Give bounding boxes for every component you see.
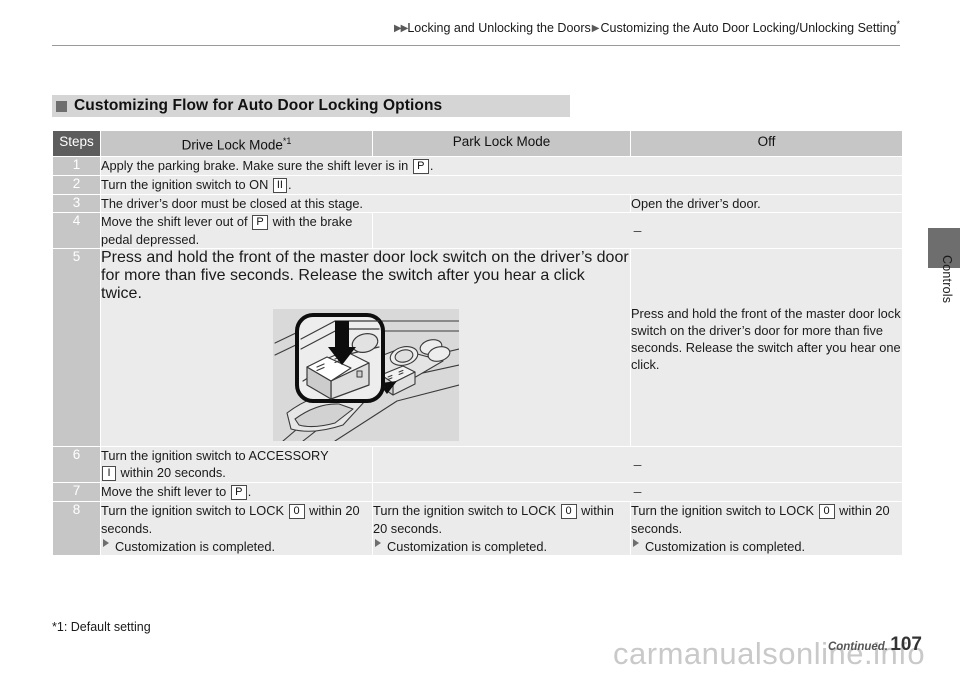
magnified-detail-bubble	[294, 312, 385, 403]
header-divider	[52, 45, 900, 46]
step-number: 4	[53, 212, 100, 248]
step-6-text-b: within 20 seconds.	[117, 464, 226, 480]
step-6-not-applicable: –	[373, 446, 902, 482]
column-header-drive-footnote-marker: *1	[282, 136, 292, 146]
page-number: 107	[890, 634, 922, 655]
shift-position-glyph: P	[252, 214, 269, 230]
step-5-text: Press and hold the front of the master d…	[101, 248, 629, 302]
table-row: 8 Turn the ignition switch to LOCK 0 wit…	[53, 501, 902, 555]
double-arrow-icon: ▶▶	[393, 23, 408, 35]
step-number: 8	[53, 501, 100, 555]
step-3-instruction-off: Open the driver’s door.	[631, 194, 902, 212]
dash-placeholder: –	[633, 483, 642, 499]
shift-position-glyph: P	[230, 484, 247, 500]
customizing-flow-table: Steps Drive Lock Mode*1 Park Lock Mode O…	[52, 130, 903, 556]
ignition-position-glyph: I	[102, 465, 116, 481]
table-row: 2 Turn the ignition switch to ON II.	[53, 175, 902, 194]
breadcrumb-asterisk: *	[896, 19, 900, 29]
step-8-park-text-a: Turn the ignition switch to LOCK	[373, 502, 560, 518]
table-row: 7 Move the shift lever to P. –	[53, 482, 902, 501]
step-1-instruction: Apply the parking brake. Make sure the s…	[101, 156, 902, 175]
step-number: 1	[53, 156, 100, 175]
step-3-instruction-drive-park: The driver’s door must be closed at this…	[101, 194, 630, 212]
table-row: 4 Move the shift lever out of P with the…	[53, 212, 902, 248]
page-title: Customizing Flow for Auto Door Locking O…	[52, 95, 570, 117]
step-2-text-a: Turn the ignition switch to ON	[101, 176, 272, 192]
step-5-instruction-off: Press and hold the front of the master d…	[631, 248, 902, 446]
page-title-text: Customizing Flow for Auto Door Locking O…	[74, 97, 443, 114]
step-number: 7	[53, 482, 100, 501]
step-8-instruction-off: Turn the ignition switch to LOCK 0 withi…	[631, 501, 902, 555]
triangle-bullet-icon	[375, 538, 381, 547]
chapter-thumb-tab-label: Controls	[940, 255, 954, 304]
column-header-drive-lock-mode: Drive Lock Mode*1	[101, 131, 372, 156]
step-1-text-b: .	[429, 157, 434, 173]
step-8-off-result: Customization is completed.	[631, 538, 902, 555]
step-8-drive-result: Customization is completed.	[101, 538, 372, 555]
step-5-instruction-drive-park: Press and hold the front of the master d…	[101, 248, 630, 446]
step-6-instruction-drive: Turn the ignition switch to ACCESSORY I …	[101, 446, 372, 482]
step-8-drive-text-a: Turn the ignition switch to LOCK	[101, 502, 288, 518]
table-row: 5 Press and hold the front of the master…	[53, 248, 902, 446]
breadcrumb-level-2: Customizing the Auto Door Locking/Unlock…	[600, 21, 897, 36]
breadcrumb: ▶▶Locking and Unlocking the Doors▶Custom…	[52, 16, 900, 38]
column-header-drive-lock-mode-text: Drive Lock Mode	[181, 137, 283, 153]
chevron-right-icon: ▶	[591, 23, 600, 35]
step-4-text-a: Move the shift lever out of	[101, 213, 252, 229]
step-4-instruction-drive: Move the shift lever out of P with the b…	[101, 212, 372, 248]
step-5-off-text: Press and hold the front of the master d…	[631, 305, 901, 372]
step-7-text-a: Move the shift lever to	[101, 483, 230, 499]
dash-placeholder: –	[633, 455, 642, 472]
square-bullet-icon	[56, 100, 67, 112]
step-8-instruction-park: Turn the ignition switch to LOCK 0 withi…	[373, 501, 630, 555]
triangle-bullet-icon	[633, 538, 639, 547]
step-number: 5	[53, 248, 100, 446]
step-number: 3	[53, 194, 100, 212]
breadcrumb-level-1: Locking and Unlocking the Doors	[407, 21, 591, 36]
ignition-position-glyph: II	[272, 177, 287, 193]
table-row: 1 Apply the parking brake. Make sure the…	[53, 156, 902, 175]
step-7-text-b: .	[247, 483, 252, 499]
ignition-position-glyph: 0	[288, 503, 305, 519]
step-8-park-result: Customization is completed.	[373, 538, 630, 555]
step-8-drive-result-text: Customization is completed.	[115, 538, 276, 554]
table-row: 3 The driver’s door must be closed at th…	[53, 194, 902, 212]
column-header-off: Off	[631, 131, 902, 156]
table-row: 6 Turn the ignition switch to ACCESSORY …	[53, 446, 902, 482]
step-number: 6	[53, 446, 100, 482]
step-8-off-text-a: Turn the ignition switch to LOCK	[631, 502, 818, 518]
ignition-position-glyph: 0	[560, 503, 577, 519]
step-number: 2	[53, 175, 100, 194]
door-panel-master-lock-switch-illustration	[272, 308, 460, 446]
column-header-park-lock-mode: Park Lock Mode	[373, 131, 630, 156]
step-4-not-applicable: –	[373, 212, 902, 248]
step-8-park-result-text: Customization is completed.	[387, 538, 548, 554]
continued-label: Continued.	[827, 641, 888, 653]
ignition-position-glyph: 0	[818, 503, 835, 519]
step-7-not-applicable: –	[373, 482, 902, 501]
step-2-text-b: .	[287, 176, 292, 192]
step-8-instruction-drive: Turn the ignition switch to LOCK 0 withi…	[101, 501, 372, 555]
table-footnote: *1: Default setting	[52, 620, 151, 634]
step-7-instruction-drive: Move the shift lever to P.	[101, 482, 372, 501]
triangle-bullet-icon	[103, 538, 109, 547]
dash-placeholder: –	[633, 221, 642, 238]
step-8-off-result-text: Customization is completed.	[645, 538, 806, 554]
column-header-steps: Steps	[53, 131, 100, 156]
step-6-text-a: Turn the ignition switch to ACCESSORY	[101, 447, 329, 463]
step-1-text-a: Apply the parking brake. Make sure the s…	[101, 157, 412, 173]
step-2-instruction: Turn the ignition switch to ON II.	[101, 175, 902, 194]
door-panel-illustration-svg	[272, 308, 460, 442]
shift-position-glyph: P	[412, 158, 429, 174]
table-header-row: Steps Drive Lock Mode*1 Park Lock Mode O…	[53, 131, 902, 156]
